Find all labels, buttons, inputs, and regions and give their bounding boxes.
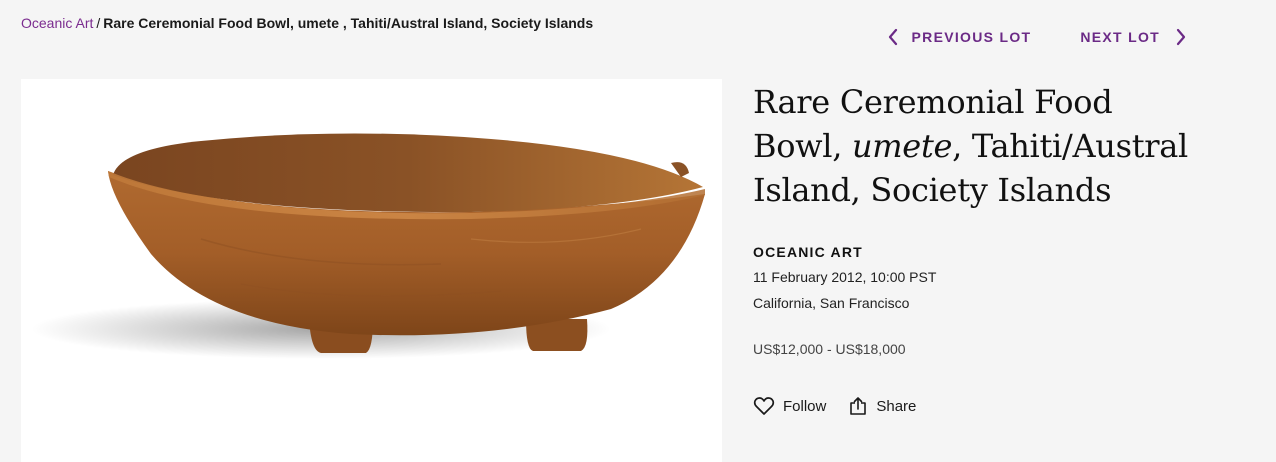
previous-lot-link[interactable]: PREVIOUS LOT	[886, 26, 1032, 48]
share-button[interactable]: Share	[848, 396, 916, 416]
breadcrumb-current: Rare Ceremonial Food Bowl, umete , Tahit…	[103, 15, 594, 31]
heart-icon	[753, 397, 775, 415]
next-lot-label: NEXT LOT	[1080, 29, 1160, 45]
auction-location: California, San Francisco	[753, 295, 910, 311]
follow-button[interactable]: Follow	[753, 396, 826, 416]
bowl-illustration	[31, 133, 705, 359]
chevron-left-icon	[886, 27, 900, 47]
lot-navigation: PREVIOUS LOT NEXT LOT	[886, 26, 1188, 48]
lot-actions: Follow Share	[753, 396, 1203, 416]
chevron-right-icon	[1174, 27, 1188, 47]
next-lot-link[interactable]: NEXT LOT	[1080, 26, 1188, 48]
lot-estimate: US$12,000 - US$18,000	[753, 341, 906, 357]
lot-details: Rare Ceremonial Food Bowl, umete, Tahiti…	[753, 80, 1203, 416]
breadcrumb-separator: /	[96, 15, 101, 31]
lot-title-italic: umete	[851, 127, 953, 165]
breadcrumb-category-link[interactable]: Oceanic Art	[21, 15, 93, 31]
follow-label: Follow	[783, 397, 827, 415]
department-label[interactable]: OCEANIC ART	[753, 244, 1203, 260]
auction-date: 11 February 2012, 10:00 PST	[753, 269, 937, 285]
share-icon	[850, 397, 867, 415]
share-label: Share	[876, 397, 917, 415]
breadcrumb: Oceanic Art / Rare Ceremonial Food Bowl, u…	[21, 14, 593, 32]
lot-title: Rare Ceremonial Food Bowl, umete, Tahiti…	[753, 80, 1203, 212]
lot-image[interactable]	[21, 79, 722, 462]
previous-lot-label: PREVIOUS LOT	[911, 29, 1032, 45]
